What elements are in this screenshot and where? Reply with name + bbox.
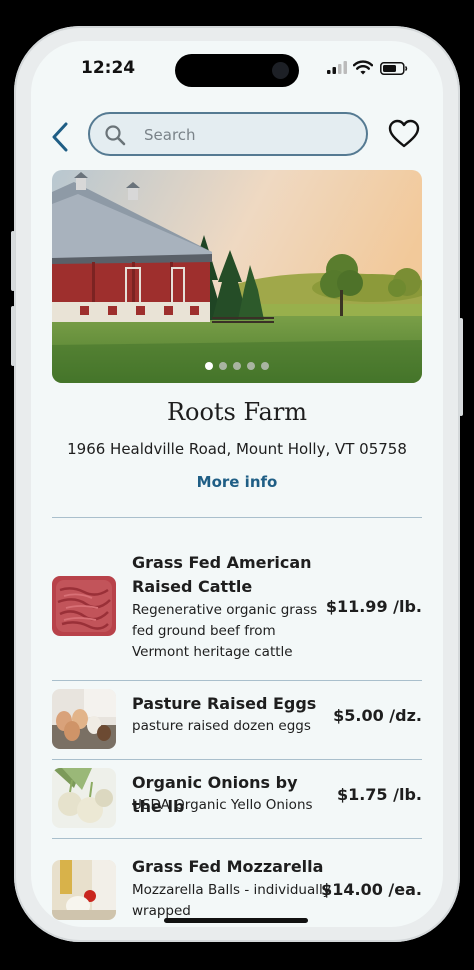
product-price: $1.75 /lb. (336, 785, 422, 804)
search-bar[interactable] (88, 112, 368, 156)
product-item[interactable]: Organic Onions by the lb USDA Organic Ye… (52, 768, 422, 838)
onions-image (52, 768, 116, 828)
product-item[interactable]: Grass Fed American Raised Cattle Regener… (52, 551, 422, 679)
battery-icon (380, 62, 408, 75)
product-price: $11.99 /lb. (325, 597, 422, 616)
app-screen: 12:24 Search Roots Farm 1966 Healdville … (31, 41, 443, 927)
carousel-dot[interactable] (219, 362, 227, 370)
product-description: pasture raised dozen eggs (132, 718, 311, 734)
product-description: USDA Organic Yello Onions (132, 797, 313, 813)
product-description: Mozzarella Balls - individually wrapped (132, 882, 331, 919)
product-description: Regenerative organic grass fed ground be… (132, 602, 318, 660)
more-info-link[interactable]: More info (31, 473, 443, 491)
product-item[interactable]: Pasture Raised Eggs pasture raised dozen… (52, 689, 422, 759)
carousel-dots[interactable] (52, 355, 422, 374)
search-input[interactable] (142, 123, 356, 147)
farm-photo-carousel[interactable] (52, 170, 422, 383)
ground-beef-image (52, 576, 116, 636)
search-icon (105, 125, 126, 146)
divider (52, 759, 422, 760)
product-price: $5.00 /dz. (333, 706, 422, 725)
dynamic-island (175, 54, 299, 87)
side-button (11, 231, 15, 291)
carousel-dot[interactable] (233, 362, 241, 370)
carousel-dot[interactable] (261, 362, 269, 370)
wifi-icon (353, 60, 373, 75)
side-button (11, 306, 15, 366)
product-price: $14.00 /ea. (321, 880, 422, 899)
front-camera (272, 62, 289, 79)
signal-icon (327, 61, 347, 74)
farm-address: 1966 Healdville Road, Mount Holly, VT 05… (67, 440, 407, 458)
back-chevron-icon[interactable] (47, 121, 73, 153)
divider (52, 838, 422, 839)
farm-name: Roots Farm (166, 398, 308, 426)
divider (52, 517, 422, 518)
carousel-dot[interactable] (205, 362, 213, 370)
status-time: 12:24 (81, 58, 136, 78)
product-name: Grass Fed American Raised Cattle (132, 553, 312, 596)
farm-photo (52, 170, 422, 383)
home-indicator[interactable] (164, 918, 308, 923)
heart-icon[interactable] (388, 119, 420, 149)
divider (52, 680, 422, 681)
mozzarella-image (52, 860, 116, 920)
product-name: Grass Fed Mozzarella (132, 857, 324, 876)
power-button (459, 318, 463, 416)
product-item[interactable]: Grass Fed Mozzarella Mozzarella Balls - … (52, 847, 422, 927)
product-name: Pasture Raised Eggs (132, 694, 317, 713)
eggs-image (52, 689, 116, 749)
carousel-dot[interactable] (247, 362, 255, 370)
